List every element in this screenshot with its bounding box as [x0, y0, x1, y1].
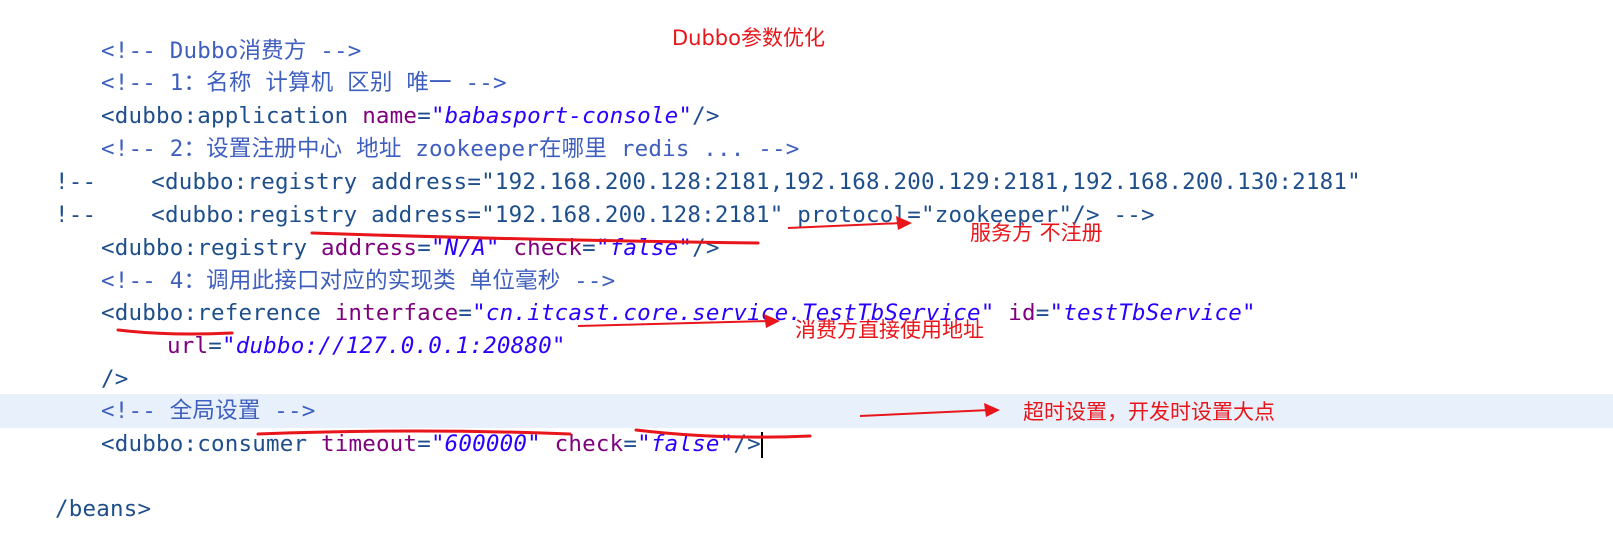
arrow-consumer: [859, 409, 991, 417]
underline-registry: [310, 231, 760, 245]
arrow-registry: [787, 222, 903, 229]
arrow-url: [577, 320, 771, 327]
arrowhead-registry: [896, 216, 912, 230]
annotation-url-note: 消费方直接使用地址: [795, 318, 984, 342]
annotation-title: Dubbo参数优化: [672, 26, 825, 50]
arrowhead-consumer: [984, 403, 1000, 417]
underline-timeout: [256, 429, 572, 436]
underline-check: [634, 428, 812, 439]
arrowhead-url: [764, 314, 780, 328]
underline-url: [116, 328, 234, 336]
annotation-registry-note: 服务方 不注册: [970, 221, 1103, 245]
annotation-marks: [116, 216, 1000, 439]
annotation-timeout-note: 超时设置，开发时设置大点: [1023, 400, 1275, 424]
